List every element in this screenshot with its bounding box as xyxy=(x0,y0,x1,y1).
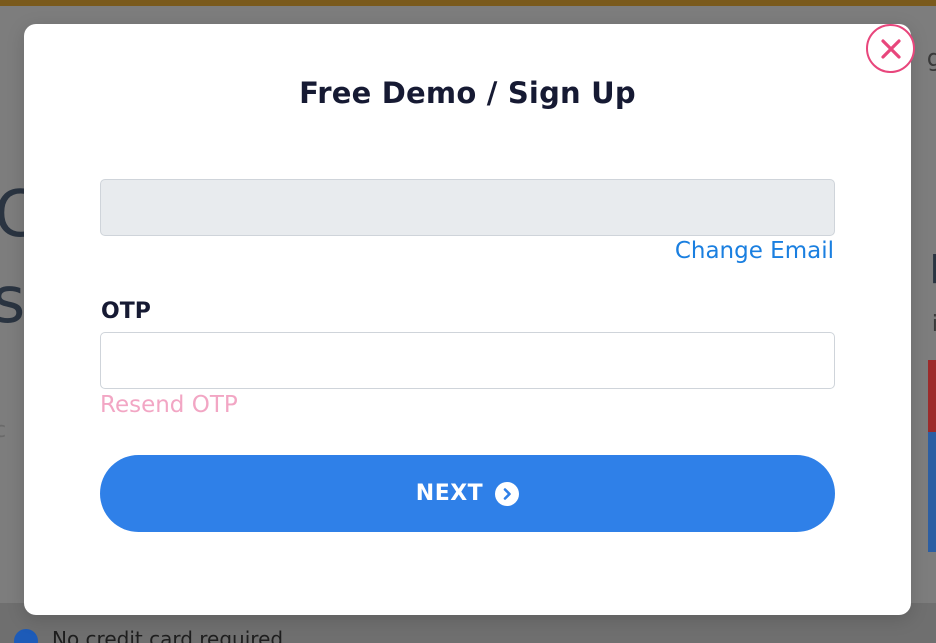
background-fragment xyxy=(928,360,936,432)
background-fragment: s xyxy=(0,264,26,338)
background-footer-text: No credit card required xyxy=(52,627,284,643)
close-button[interactable] xyxy=(866,24,915,73)
resend-otp-link[interactable]: Resend OTP xyxy=(100,392,238,418)
background-fragment: i xyxy=(931,312,936,337)
check-circle-icon xyxy=(14,629,38,643)
modal-title: Free Demo / Sign Up xyxy=(299,76,636,110)
background-fragment: g xyxy=(926,44,936,72)
otp-input[interactable] xyxy=(100,332,835,389)
background-fragment: l xyxy=(929,248,936,292)
background-fragment xyxy=(928,432,936,552)
chevron-right-circle-icon xyxy=(495,481,520,506)
background-fragment: c xyxy=(0,418,7,443)
next-button-label: NEXT xyxy=(415,481,484,506)
browser-top-strip xyxy=(0,0,936,6)
page: C s i c g l i No credit card required Fr… xyxy=(0,0,936,643)
change-email-link[interactable]: Change Email xyxy=(675,238,834,264)
next-button[interactable]: NEXT xyxy=(100,455,835,532)
signup-modal: Free Demo / Sign Up Change Email OTP Res… xyxy=(24,24,911,615)
email-field[interactable] xyxy=(100,179,835,236)
otp-label: OTP xyxy=(101,299,151,324)
background-fragment: i xyxy=(0,364,1,394)
close-icon xyxy=(880,38,902,60)
